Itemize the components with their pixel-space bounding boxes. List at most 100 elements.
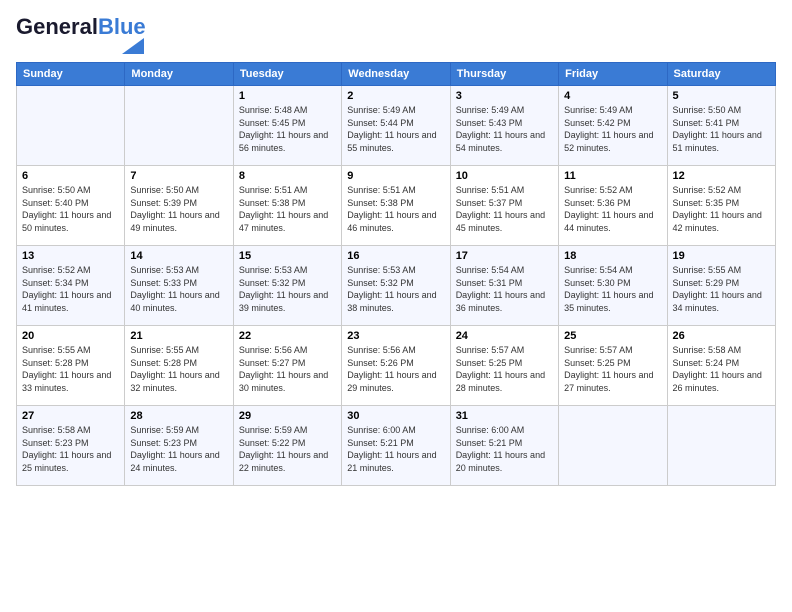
day-number: 31: [456, 410, 553, 422]
calendar-cell: 10 Sunrise: 5:51 AM Sunset: 5:37 PM Dayli…: [450, 166, 558, 246]
day-number: 22: [239, 330, 336, 342]
day-info: Sunrise: 5:58 AM Sunset: 5:23 PM Dayligh…: [22, 424, 119, 474]
calendar-week-1: 6Sunrise: 5:50 AM Sunset: 5:40 PM Daylig…: [17, 166, 776, 246]
header-day-tuesday: Tuesday: [233, 63, 341, 86]
day-info: Sunrise: 5:54 AM Sunset: 5:31 PM Dayligh…: [456, 264, 553, 314]
calendar-cell: [559, 406, 667, 486]
header-row: SundayMondayTuesdayWednesdayThursdayFrid…: [17, 63, 776, 86]
calendar-cell: 7 Sunrise: 5:50 AM Sunset: 5:39 PM Daylig…: [125, 166, 233, 246]
calendar-cell: 24 Sunrise: 5:57 AM Sunset: 5:25 PM Dayli…: [450, 326, 558, 406]
day-number: 23: [347, 330, 444, 342]
calendar-cell: [125, 86, 233, 166]
calendar-week-2: 13Sunrise: 5:52 AM Sunset: 5:34 PM Dayli…: [17, 246, 776, 326]
calendar-cell: 1Sunrise: 5:48 AM Sunset: 5:45 PM Daylig…: [233, 86, 341, 166]
day-info: Sunrise: 5:59 AM Sunset: 5:23 PM Dayligh…: [130, 424, 227, 474]
calendar-cell: 22 Sunrise: 5:56 AM Sunset: 5:27 PM Dayli…: [233, 326, 341, 406]
day-number: 30: [347, 410, 444, 422]
day-number: 14: [130, 250, 227, 262]
header-day-sunday: Sunday: [17, 63, 125, 86]
calendar-table: SundayMondayTuesdayWednesdayThursdayFrid…: [16, 62, 776, 486]
day-info: Sunrise: 5:56 AM Sunset: 5:26 PM Dayligh…: [347, 344, 444, 394]
calendar-cell: 13Sunrise: 5:52 AM Sunset: 5:34 PM Dayli…: [17, 246, 125, 326]
calendar-cell: 17 Sunrise: 5:54 AM Sunset: 5:31 PM Dayli…: [450, 246, 558, 326]
day-info: Sunrise: 5:50 AM Sunset: 5:39 PM Dayligh…: [130, 184, 227, 234]
calendar-cell: 11 Sunrise: 5:52 AM Sunset: 5:36 PM Dayli…: [559, 166, 667, 246]
day-number: 28: [130, 410, 227, 422]
day-info: Sunrise: 5:52 AM Sunset: 5:35 PM Dayligh…: [673, 184, 770, 234]
calendar-cell: 29 Sunrise: 5:59 AM Sunset: 5:22 PM Dayli…: [233, 406, 341, 486]
calendar-cell: 8Sunrise: 5:51 AM Sunset: 5:38 PM Daylig…: [233, 166, 341, 246]
day-number: 12: [673, 170, 770, 182]
day-number: 21: [130, 330, 227, 342]
day-info: Sunrise: 5:49 AM Sunset: 5:44 PM Dayligh…: [347, 104, 444, 154]
calendar-cell: [17, 86, 125, 166]
day-number: 16: [347, 250, 444, 262]
day-info: Sunrise: 5:55 AM Sunset: 5:28 PM Dayligh…: [22, 344, 119, 394]
header-day-friday: Friday: [559, 63, 667, 86]
day-number: 7: [130, 170, 227, 182]
day-number: 2: [347, 90, 444, 102]
calendar-cell: 3Sunrise: 5:49 AM Sunset: 5:43 PM Daylig…: [450, 86, 558, 166]
calendar-cell: 4 Sunrise: 5:49 AM Sunset: 5:42 PM Daylig…: [559, 86, 667, 166]
calendar-cell: 2 Sunrise: 5:49 AM Sunset: 5:44 PM Daylig…: [342, 86, 450, 166]
calendar-week-3: 20 Sunrise: 5:55 AM Sunset: 5:28 PM Dayli…: [17, 326, 776, 406]
calendar-cell: 25Sunrise: 5:57 AM Sunset: 5:25 PM Dayli…: [559, 326, 667, 406]
calendar-cell: 12 Sunrise: 5:52 AM Sunset: 5:35 PM Dayli…: [667, 166, 775, 246]
day-info: Sunrise: 5:49 AM Sunset: 5:42 PM Dayligh…: [564, 104, 661, 154]
calendar-cell: 21 Sunrise: 5:55 AM Sunset: 5:28 PM Dayli…: [125, 326, 233, 406]
calendar-cell: 5 Sunrise: 5:50 AM Sunset: 5:41 PM Daylig…: [667, 86, 775, 166]
day-number: 3: [456, 90, 553, 102]
day-info: Sunrise: 5:54 AM Sunset: 5:30 PM Dayligh…: [564, 264, 661, 314]
day-info: Sunrise: 5:50 AM Sunset: 5:40 PM Dayligh…: [22, 184, 119, 234]
day-info: Sunrise: 5:51 AM Sunset: 5:37 PM Dayligh…: [456, 184, 553, 234]
day-number: 11: [564, 170, 661, 182]
day-number: 24: [456, 330, 553, 342]
calendar-week-4: 27Sunrise: 5:58 AM Sunset: 5:23 PM Dayli…: [17, 406, 776, 486]
day-number: 18: [564, 250, 661, 262]
day-number: 13: [22, 250, 119, 262]
day-info: Sunrise: 5:53 AM Sunset: 5:32 PM Dayligh…: [239, 264, 336, 314]
day-info: Sunrise: 5:57 AM Sunset: 5:25 PM Dayligh…: [564, 344, 661, 394]
page-header: General Blue: [16, 16, 776, 54]
day-info: Sunrise: 5:58 AM Sunset: 5:24 PM Dayligh…: [673, 344, 770, 394]
calendar-cell: [667, 406, 775, 486]
day-number: 20: [22, 330, 119, 342]
calendar-cell: 15Sunrise: 5:53 AM Sunset: 5:32 PM Dayli…: [233, 246, 341, 326]
header-day-saturday: Saturday: [667, 63, 775, 86]
day-info: Sunrise: 5:51 AM Sunset: 5:38 PM Dayligh…: [347, 184, 444, 234]
calendar-cell: 20 Sunrise: 5:55 AM Sunset: 5:28 PM Dayli…: [17, 326, 125, 406]
calendar-cell: 19Sunrise: 5:55 AM Sunset: 5:29 PM Dayli…: [667, 246, 775, 326]
calendar-cell: 14 Sunrise: 5:53 AM Sunset: 5:33 PM Dayli…: [125, 246, 233, 326]
day-number: 9: [347, 170, 444, 182]
header-day-thursday: Thursday: [450, 63, 558, 86]
day-info: Sunrise: 5:55 AM Sunset: 5:29 PM Dayligh…: [673, 264, 770, 314]
day-info: Sunrise: 5:53 AM Sunset: 5:33 PM Dayligh…: [130, 264, 227, 314]
day-number: 10: [456, 170, 553, 182]
calendar-cell: 6Sunrise: 5:50 AM Sunset: 5:40 PM Daylig…: [17, 166, 125, 246]
calendar-cell: 27Sunrise: 5:58 AM Sunset: 5:23 PM Dayli…: [17, 406, 125, 486]
calendar-cell: 28 Sunrise: 5:59 AM Sunset: 5:23 PM Dayli…: [125, 406, 233, 486]
day-info: Sunrise: 5:56 AM Sunset: 5:27 PM Dayligh…: [239, 344, 336, 394]
day-info: Sunrise: 5:53 AM Sunset: 5:32 PM Dayligh…: [347, 264, 444, 314]
calendar-cell: 31 Sunrise: 6:00 AM Sunset: 5:21 PM Dayli…: [450, 406, 558, 486]
calendar-week-0: 1Sunrise: 5:48 AM Sunset: 5:45 PM Daylig…: [17, 86, 776, 166]
calendar-cell: 30Sunrise: 6:00 AM Sunset: 5:21 PM Dayli…: [342, 406, 450, 486]
day-number: 29: [239, 410, 336, 422]
day-number: 5: [673, 90, 770, 102]
day-info: Sunrise: 5:55 AM Sunset: 5:28 PM Dayligh…: [130, 344, 227, 394]
day-info: Sunrise: 6:00 AM Sunset: 5:21 PM Dayligh…: [456, 424, 553, 474]
day-number: 4: [564, 90, 661, 102]
calendar-cell: 18 Sunrise: 5:54 AM Sunset: 5:30 PM Dayli…: [559, 246, 667, 326]
calendar-cell: 9 Sunrise: 5:51 AM Sunset: 5:38 PM Daylig…: [342, 166, 450, 246]
calendar-cell: 16 Sunrise: 5:53 AM Sunset: 5:32 PM Dayli…: [342, 246, 450, 326]
day-info: Sunrise: 5:50 AM Sunset: 5:41 PM Dayligh…: [673, 104, 770, 154]
logo-arrow: [122, 38, 144, 54]
day-number: 8: [239, 170, 336, 182]
day-number: 17: [456, 250, 553, 262]
calendar-cell: 26Sunrise: 5:58 AM Sunset: 5:24 PM Dayli…: [667, 326, 775, 406]
day-info: Sunrise: 5:52 AM Sunset: 5:36 PM Dayligh…: [564, 184, 661, 234]
day-info: Sunrise: 5:59 AM Sunset: 5:22 PM Dayligh…: [239, 424, 336, 474]
day-info: Sunrise: 5:48 AM Sunset: 5:45 PM Dayligh…: [239, 104, 336, 154]
day-info: Sunrise: 5:57 AM Sunset: 5:25 PM Dayligh…: [456, 344, 553, 394]
header-day-monday: Monday: [125, 63, 233, 86]
